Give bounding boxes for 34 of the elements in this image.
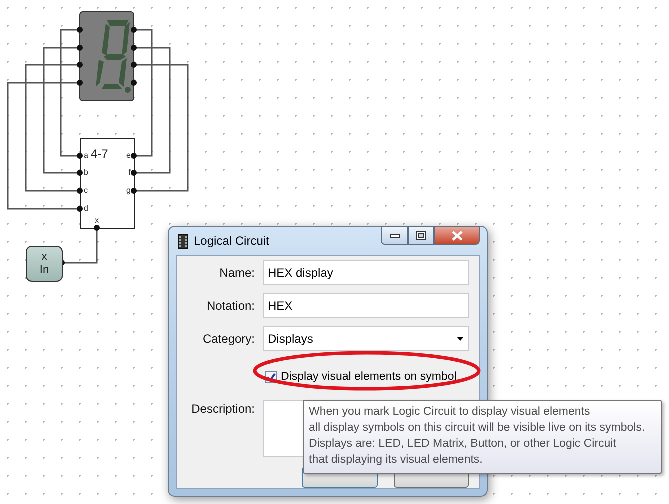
pin-label: x	[95, 217, 99, 225]
input-label: In	[40, 264, 50, 277]
field-label: Name:	[220, 266, 255, 280]
caret-icon	[457, 336, 464, 340]
tooltip-line: all display symbols on this circuit will be visible live on its symbols.	[309, 421, 646, 436]
decoder-title: 4-7	[91, 147, 108, 161]
maximize-button[interactable]	[408, 226, 434, 245]
tooltip-line: Displays are: LED, LED Matrix, Button, or other Logic Circuit	[309, 437, 618, 452]
checkmark-icon	[266, 372, 276, 382]
minimize-icon	[390, 234, 400, 238]
pin-label: a	[84, 152, 88, 160]
wire	[62, 229, 98, 264]
category-dropdown[interactable]: Displays	[263, 326, 469, 351]
close-button[interactable]	[434, 226, 480, 245]
pin-label: g	[126, 187, 131, 195]
tooltip-line: that displaying its visual elements.	[309, 453, 484, 468]
pin-label: d	[84, 205, 88, 213]
field-label: Category:	[202, 332, 255, 346]
maximize-icon	[416, 231, 426, 240]
pin-label: b	[84, 169, 88, 177]
field-label: Description:	[192, 402, 255, 416]
input-name: x	[42, 251, 48, 264]
checkbox-label: Display visual elements on symbol	[281, 371, 457, 383]
text-field[interactable]: HEX display	[263, 260, 469, 285]
window-title: Logical Circuit	[194, 234, 270, 248]
minimize-button[interactable]	[381, 226, 408, 245]
pin-label: e	[126, 152, 131, 160]
field-label: Notation:	[206, 298, 255, 312]
pin-label: c	[84, 187, 88, 195]
tooltip-line: When you mark Logic Circuit to display visual elements	[309, 405, 592, 420]
pin-label: f	[128, 169, 131, 177]
chip-icon	[178, 234, 188, 248]
close-icon	[452, 230, 462, 240]
text-field[interactable]: HEX	[263, 293, 469, 318]
